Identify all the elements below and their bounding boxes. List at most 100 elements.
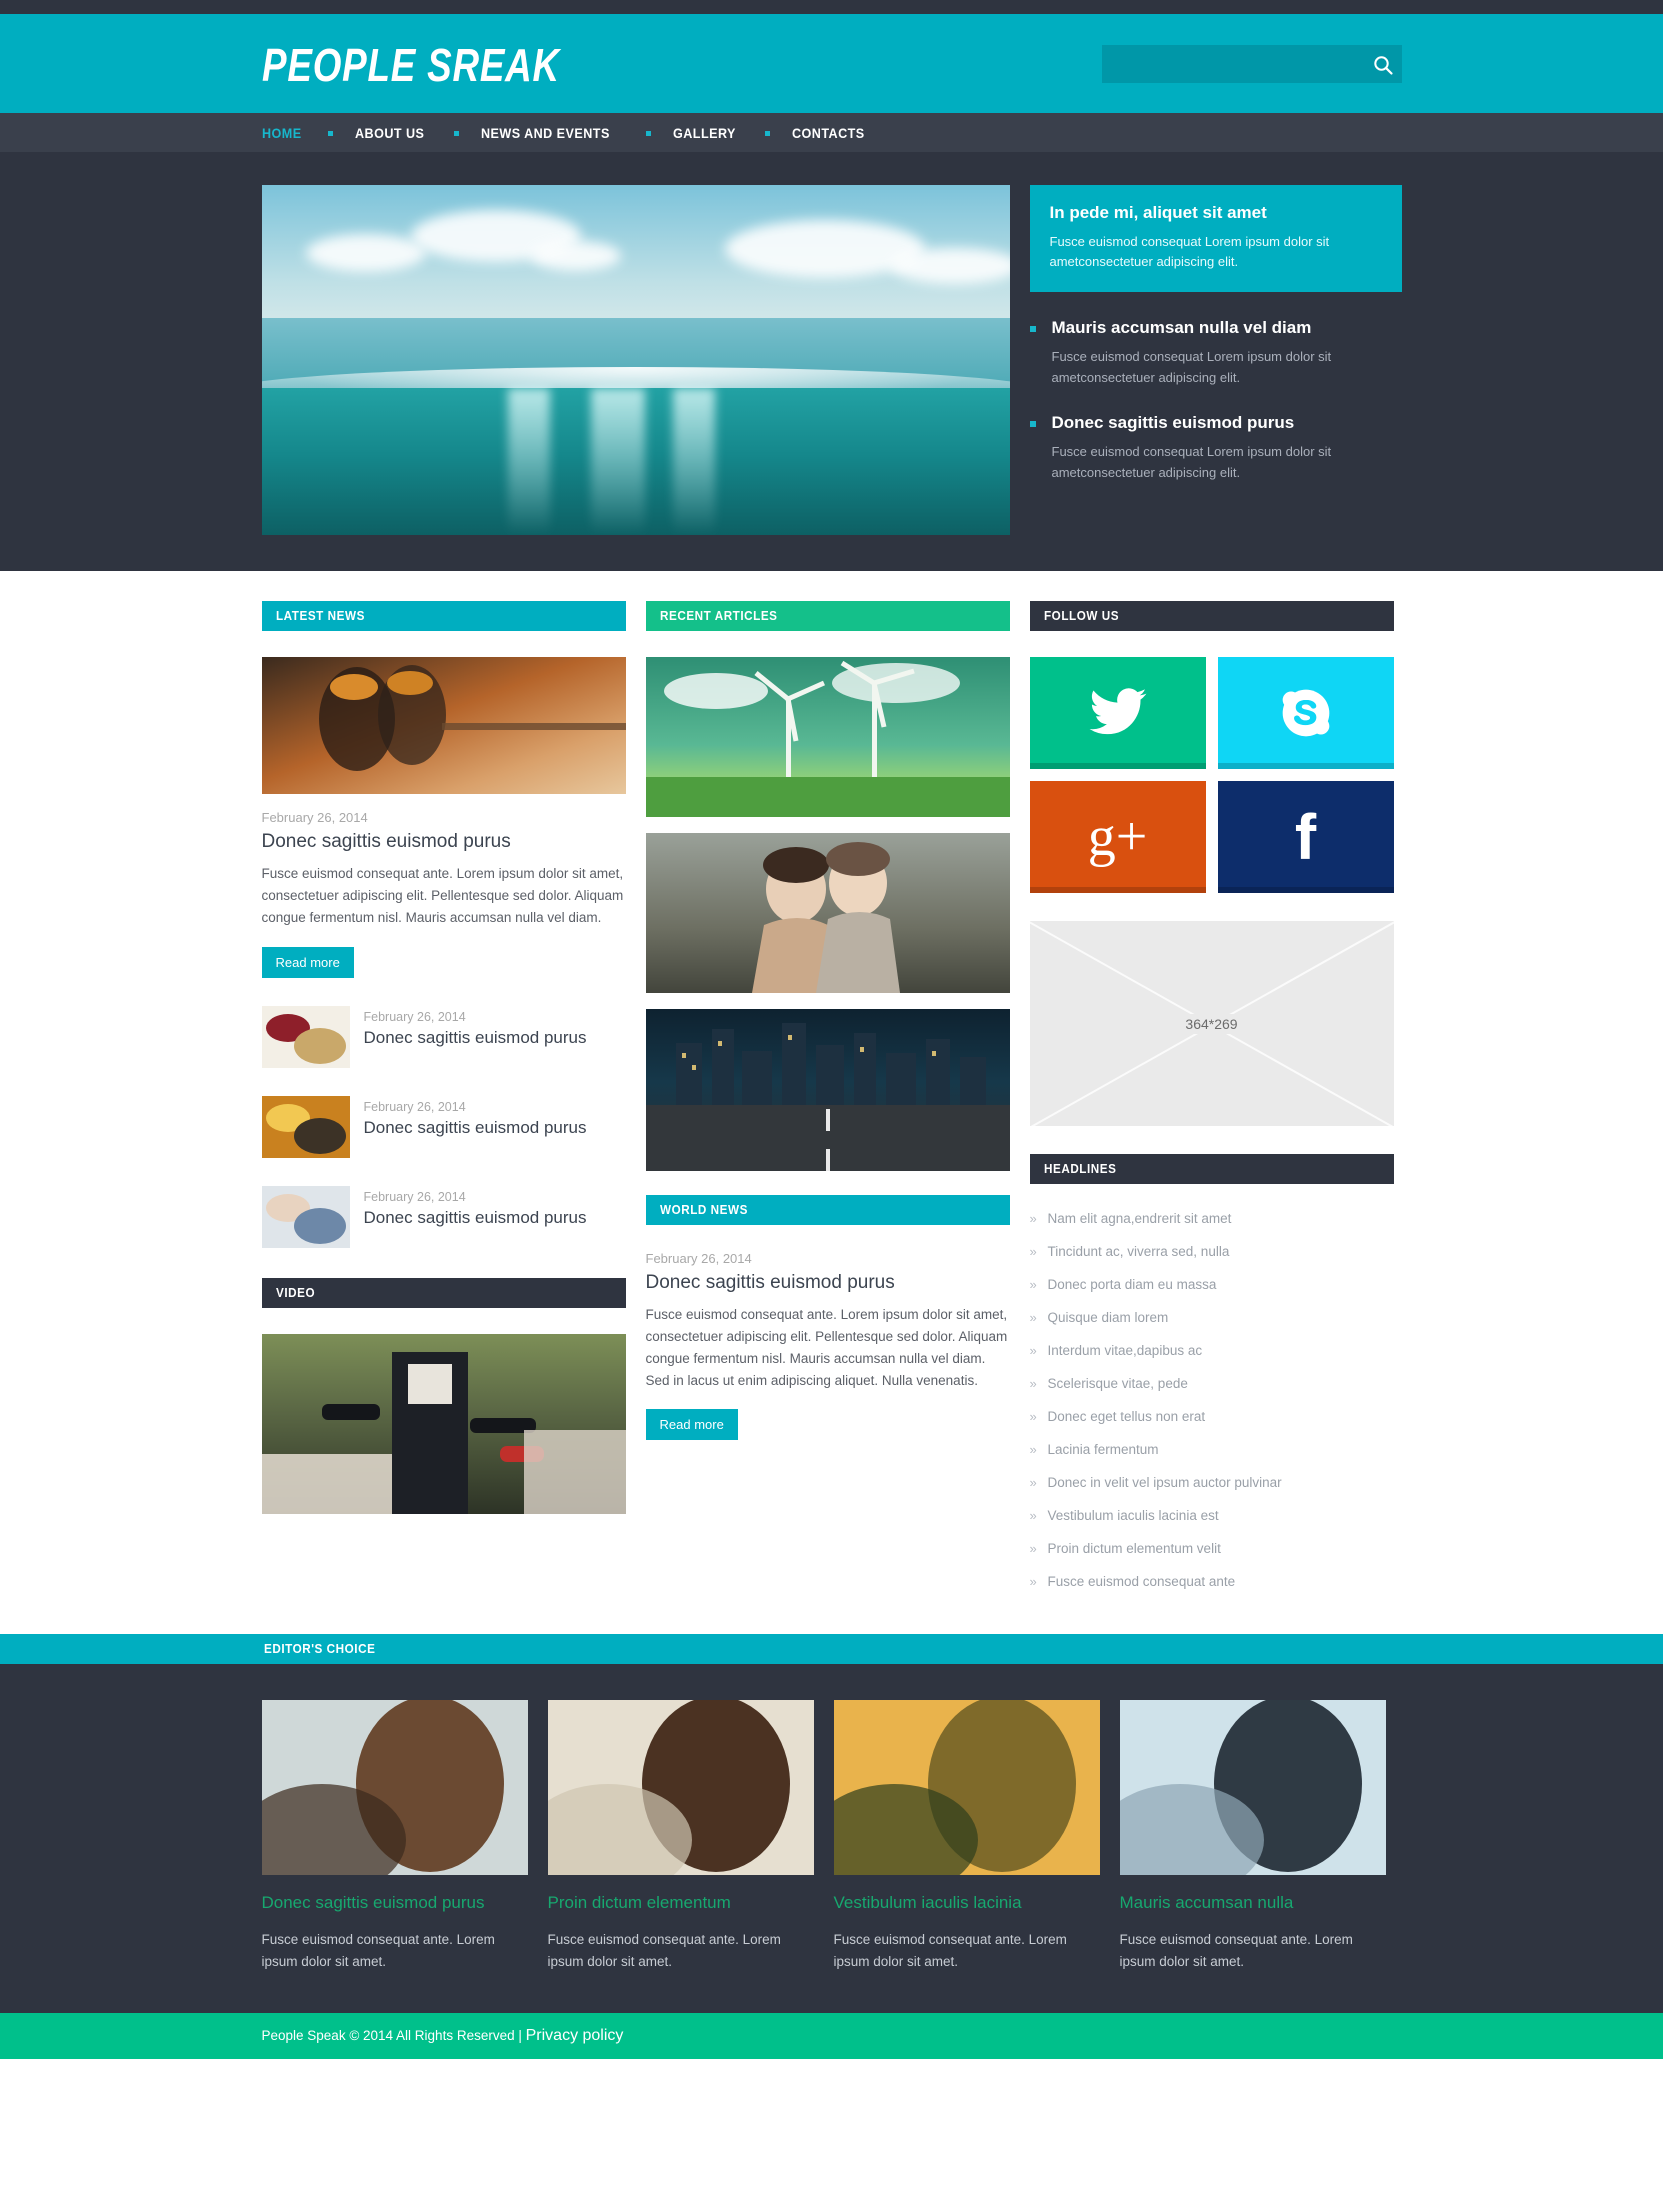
latest-news-item-title[interactable]: Donec sagittis euismod purus (364, 1208, 587, 1228)
latest-news-list-item[interactable]: February 26, 2014 Donec sagittis euismod … (261, 1095, 626, 1158)
editors-choice-heading-bar: EDITOR'S CHOICE (0, 1634, 1663, 1664)
latest-news-lead-date: February 26, 2014 (261, 810, 368, 825)
world-news-heading: WORLD NEWS (645, 1195, 1010, 1225)
site-header: PEOPLE SREAK (0, 14, 1663, 113)
headline-item[interactable]: » Donec porta diam eu massa (1030, 1268, 1394, 1301)
search-input[interactable] (1101, 45, 1362, 83)
follow-us-heading: FOLLOW US (1029, 601, 1394, 631)
editors-choice-image[interactable] (547, 1700, 814, 1875)
google-plus-icon: g+ (1087, 806, 1148, 868)
social-link-google-plus[interactable]: g+ (1029, 781, 1206, 893)
chevron-double-right-icon: » (1029, 1475, 1037, 1490)
ad-placeholder: 364*269 (1029, 921, 1394, 1126)
headline-item[interactable]: » Lacinia fermentum (1030, 1433, 1394, 1466)
headline-item[interactable]: » Scelerisque vitae, pede (1030, 1367, 1394, 1400)
headline-item-label: Donec in velit vel ipsum auctor pulvinar (1047, 1475, 1282, 1490)
facebook-icon: f (1294, 801, 1317, 873)
recent-article-image-1[interactable] (645, 657, 1010, 817)
social-link-twitter[interactable] (1029, 657, 1206, 769)
column-latest-news: LATEST NEWS February 26, 2014 Donec sagi… (261, 601, 626, 1598)
nav-item-contacts[interactable]: CONTACTS (792, 125, 865, 141)
hero-featured-text: Fusce euismod consequat Lorem ipsum dolo… (1049, 234, 1330, 270)
headline-item-label: Interdum vitae,dapibus ac (1047, 1343, 1203, 1358)
latest-news-thumbnail[interactable] (261, 1185, 350, 1248)
headline-item[interactable]: » Nam elit agna,endrerit sit amet (1030, 1202, 1394, 1235)
editors-choice-card[interactable]: Donec sagittis euismod purus Fusce euismo… (261, 1700, 528, 1973)
latest-news-item-title[interactable]: Donec sagittis euismod purus (364, 1028, 587, 1048)
world-news-body: Fusce euismod consequat ante. Lorem ipsu… (645, 1307, 1008, 1388)
page-root: PEOPLE SREAK HOME ABOUT US NEWS AND EVENTS… (0, 0, 1663, 2059)
chevron-double-right-icon: » (1029, 1409, 1037, 1424)
headline-item[interactable]: » Interdum vitae,dapibus ac (1030, 1334, 1394, 1367)
headline-item[interactable]: » Donec eget tellus non erat (1030, 1400, 1394, 1433)
social-link-skype[interactable] (1217, 657, 1394, 769)
chevron-double-right-icon: » (1029, 1541, 1037, 1556)
world-news-read-more-button[interactable]: Read more (645, 1409, 738, 1441)
editors-choice-image[interactable] (1119, 1700, 1386, 1875)
site-logo[interactable]: PEOPLE SREAK (262, 38, 560, 92)
column-recent-articles: RECENT ARTICLES WORLD NEWS February 26, … (645, 601, 1010, 1598)
chevron-double-right-icon: » (1029, 1376, 1037, 1391)
nav-item-news-and-events[interactable]: NEWS AND EVENTS (481, 125, 610, 141)
latest-news-lead-title[interactable]: Donec sagittis euismod purus (262, 831, 626, 853)
editors-choice-card[interactable]: Mauris accumsan nulla Fusce euismod conse… (1119, 1700, 1386, 1973)
editors-choice-body: Fusce euismod consequat ante. Lorem ipsu… (1119, 1932, 1353, 1969)
editors-choice-title[interactable]: Mauris accumsan nulla (1120, 1893, 1386, 1913)
headline-item[interactable]: » Tincidunt ac, viverra sed, nulla (1030, 1235, 1394, 1268)
headline-item[interactable]: » Donec in velit vel ipsum auctor pulvina… (1030, 1466, 1394, 1499)
bullet-square-icon (1029, 420, 1036, 427)
editors-choice-body: Fusce euismod consequat ante. Lorem ipsu… (833, 1932, 1067, 1969)
editors-choice-title[interactable]: Vestibulum iaculis lacinia (834, 1893, 1100, 1913)
chevron-double-right-icon: » (1029, 1343, 1037, 1358)
hero-featured-card[interactable]: In pede mi, aliquet sit amet Fusce euism… (1029, 185, 1402, 293)
chevron-double-right-icon: » (1029, 1574, 1037, 1589)
chevron-double-right-icon: » (1029, 1277, 1037, 1292)
headline-item-label: Vestibulum iaculis lacinia est (1047, 1508, 1219, 1523)
latest-news-list-item[interactable]: February 26, 2014 Donec sagittis euismod … (261, 1185, 626, 1248)
editors-choice-card[interactable]: Proin dictum elementum Fusce euismod cons… (547, 1700, 814, 1973)
headlines-heading: HEADLINES (1029, 1154, 1394, 1184)
world-news-title[interactable]: Donec sagittis euismod purus (646, 1272, 1010, 1294)
editors-choice-card[interactable]: Vestibulum iaculis lacinia Fusce euismod … (833, 1700, 1100, 1973)
editors-choice-image[interactable] (833, 1700, 1100, 1875)
headline-item-label: Lacinia fermentum (1047, 1442, 1159, 1457)
hero-bullet-title: Donec sagittis euismod purus (1051, 412, 1295, 432)
latest-news-lead-image[interactable] (261, 657, 626, 794)
hero-bullet-item[interactable]: Donec sagittis euismod purus Fusce euismo… (1029, 412, 1402, 484)
headline-item[interactable]: » Proin dictum elementum velit (1030, 1532, 1394, 1565)
chevron-double-right-icon: » (1029, 1442, 1037, 1457)
latest-news-read-more-button[interactable]: Read more (261, 946, 354, 978)
nav-item-about-us[interactable]: ABOUT US (355, 125, 424, 141)
editors-choice-title[interactable]: Donec sagittis euismod purus (262, 1893, 528, 1913)
skype-icon (1282, 689, 1329, 737)
recent-article-image-2[interactable] (645, 833, 1010, 993)
latest-news-thumbnail[interactable] (261, 1095, 350, 1158)
chevron-double-right-icon: » (1029, 1244, 1037, 1259)
editors-choice-title[interactable]: Proin dictum elementum (548, 1893, 814, 1913)
nav-item-home[interactable]: HOME (262, 125, 302, 141)
headline-item[interactable]: » Quisque diam lorem (1030, 1301, 1394, 1334)
privacy-policy-link[interactable]: Privacy policy (526, 2027, 624, 2044)
search-box (1101, 45, 1402, 83)
video-thumbnail[interactable] (261, 1333, 626, 1514)
nav-separator (764, 130, 770, 136)
editors-choice-image[interactable] (261, 1700, 528, 1875)
recent-articles-heading: RECENT ARTICLES (645, 601, 1010, 631)
chevron-double-right-icon: » (1029, 1310, 1037, 1325)
top-accent-bar (0, 0, 1663, 14)
recent-article-image-3[interactable] (645, 1009, 1010, 1171)
latest-news-thumbnail[interactable] (261, 1005, 350, 1068)
latest-news-list-item[interactable]: February 26, 2014 Donec sagittis euismod … (261, 1005, 626, 1068)
headline-item[interactable]: » Vestibulum iaculis lacinia est (1030, 1499, 1394, 1532)
search-button[interactable] (1372, 54, 1394, 76)
social-link-facebook[interactable]: f (1217, 781, 1394, 893)
hero-bullet-item[interactable]: Mauris accumsan nulla vel diam Fusce euis… (1029, 318, 1402, 389)
nav-item-gallery[interactable]: GALLERY (673, 125, 736, 141)
headline-item[interactable]: » Fusce euismod consequat ante (1030, 1565, 1394, 1598)
main-content: LATEST NEWS February 26, 2014 Donec sagi… (0, 571, 1663, 1634)
editors-choice-section: Donec sagittis euismod purus Fusce euismo… (0, 1664, 1663, 2013)
latest-news-item-title[interactable]: Donec sagittis euismod purus (364, 1118, 587, 1138)
latest-news-lead-body: Fusce euismod consequat ante. Lorem ipsu… (261, 866, 624, 925)
hero-section: In pede mi, aliquet sit amet Fusce euism… (0, 153, 1663, 571)
headline-item-label: Donec porta diam eu massa (1047, 1277, 1217, 1292)
